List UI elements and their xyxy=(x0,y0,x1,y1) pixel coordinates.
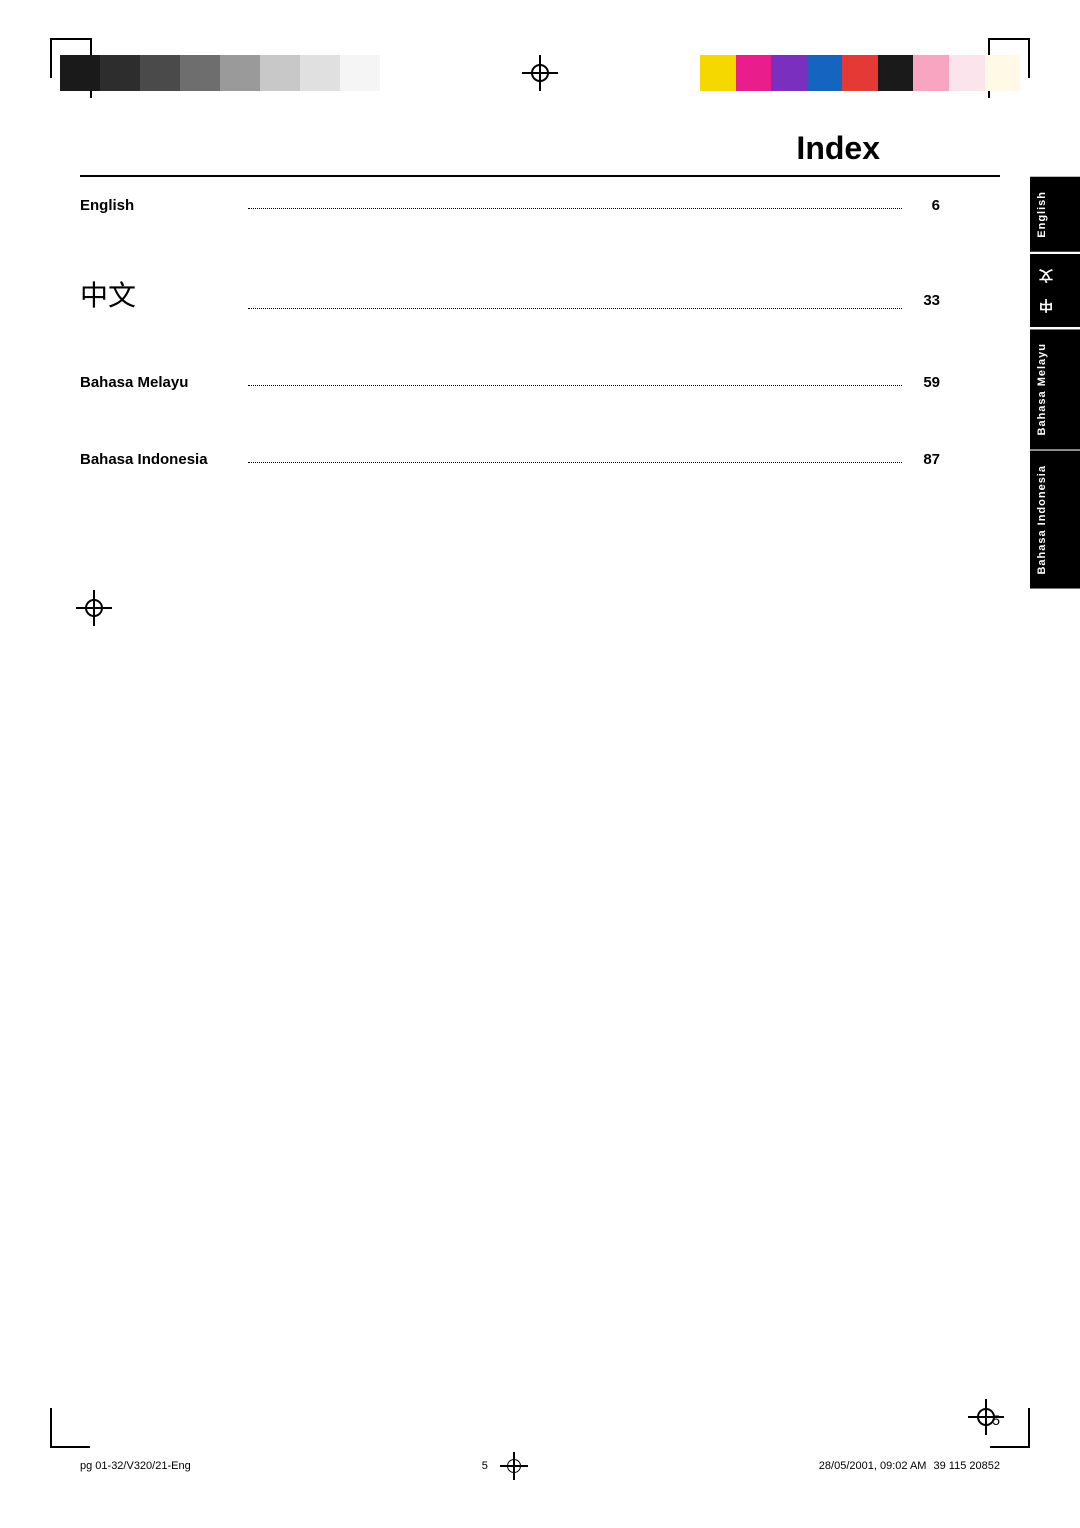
entry-label-2: Bahasa Melayu xyxy=(80,374,240,391)
entry-dots-3 xyxy=(248,462,902,463)
entry-page-2: 59 xyxy=(910,374,940,391)
index-entry-3: Bahasa Indonesia 87 xyxy=(80,451,1000,468)
magenta-swatch xyxy=(736,55,772,91)
color-strip-left xyxy=(60,55,380,91)
entry-page-0: 6 xyxy=(910,197,940,214)
entry-dots-0 xyxy=(248,208,902,209)
top-bar-area xyxy=(60,48,1020,98)
top-center-crosshair xyxy=(522,55,558,91)
footer-date: 28/05/2001, 09:02 AM xyxy=(819,1460,927,1472)
entry-dots-2 xyxy=(248,385,902,386)
corner-bracket-bl xyxy=(50,1408,90,1448)
index-entries: English中 文Bahasa MelayuBahasa Indonesia … xyxy=(80,177,1000,468)
yellow-swatch xyxy=(700,55,736,91)
index-entry-1: 中文 33 xyxy=(80,274,1000,314)
footer-crosshair xyxy=(500,1452,528,1480)
red-swatch xyxy=(842,55,878,91)
bottom-footer: pg 01-32/V320/21-Eng 5 28/05/2001, 09:02… xyxy=(80,1452,1000,1480)
index-entry-2: Bahasa Melayu 59 xyxy=(80,374,1000,391)
sidebar-tabs: English中 文Bahasa MelayuBahasa Indonesia xyxy=(1030,177,1080,591)
entry-page-3: 87 xyxy=(910,451,940,468)
sidebar-tab-0[interactable]: English xyxy=(1030,177,1080,252)
entry-page-1: 33 xyxy=(910,292,940,309)
sidebar-tab-2[interactable]: Bahasa Melayu xyxy=(1030,329,1080,449)
entry-label-3: Bahasa Indonesia xyxy=(80,451,240,468)
gray-very-light-swatch xyxy=(300,55,340,91)
main-content: Index English中 文Bahasa MelayuBahasa Indo… xyxy=(80,130,1000,1408)
footer-right: 28/05/2001, 09:02 AM 39 115 20852 xyxy=(819,1460,1000,1472)
blue-swatch xyxy=(807,55,843,91)
footer-center-page: 5 xyxy=(482,1460,488,1472)
gray-dark-swatch xyxy=(140,55,180,91)
gray-light-swatch xyxy=(220,55,260,91)
entry-label-1: 中文 xyxy=(80,274,240,314)
pink-light-swatch xyxy=(913,55,949,91)
color-strip-right xyxy=(700,55,1020,91)
gray-lighter-swatch xyxy=(260,55,300,91)
entry-label-0: English xyxy=(80,197,240,214)
white-off-swatch xyxy=(340,55,380,91)
left-crosshair-circle xyxy=(85,599,103,617)
entry-dots-1 xyxy=(248,308,902,309)
entry-rows-container: English 6 中文 33 Bahasa Melayu 59 Bahasa Indone… xyxy=(80,197,1000,468)
crosshair-circle xyxy=(531,64,549,82)
index-entry-0: English 6 xyxy=(80,197,1000,214)
bottom-right-crosshair-circle xyxy=(977,1408,995,1426)
pink-very-light-swatch xyxy=(949,55,985,91)
sidebar-tab-3[interactable]: Bahasa Indonesia xyxy=(1030,451,1080,589)
sidebar-tab-1[interactable]: 中 文 xyxy=(1030,254,1080,327)
footer-crosshair-circle xyxy=(507,1459,521,1473)
black-swatch xyxy=(878,55,914,91)
page-title: Index xyxy=(80,130,1000,167)
black-dark-swatch xyxy=(60,55,100,91)
footer-left: pg 01-32/V320/21-Eng xyxy=(80,1460,191,1472)
cream-swatch xyxy=(985,55,1021,91)
gray-medium-swatch xyxy=(180,55,220,91)
purple-swatch xyxy=(771,55,807,91)
black-medium-swatch xyxy=(100,55,140,91)
footer-extra: 39 115 20852 xyxy=(934,1460,1000,1472)
